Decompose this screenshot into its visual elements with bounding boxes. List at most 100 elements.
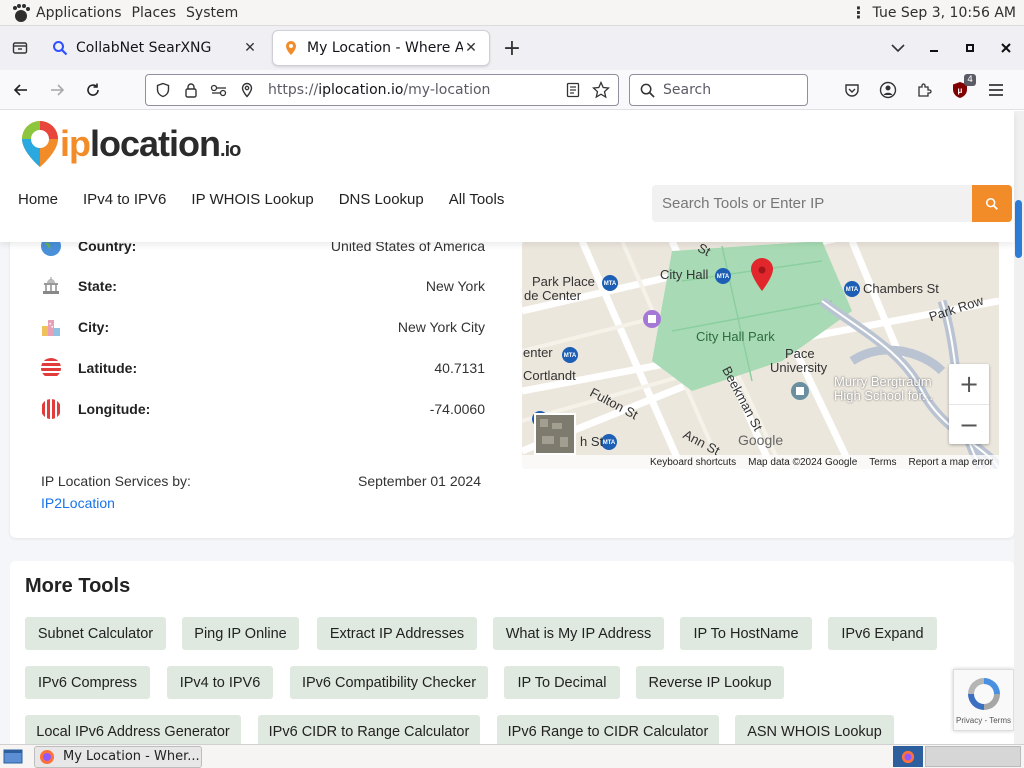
clock[interactable]: Tue Sep 3, 10:56 AM bbox=[873, 5, 1016, 21]
show-desktop-icon[interactable] bbox=[2, 747, 24, 767]
permissions-icon[interactable] bbox=[208, 79, 230, 101]
bookmark-star-icon[interactable] bbox=[590, 79, 612, 101]
recaptcha-icon bbox=[967, 678, 1000, 710]
maximize-icon[interactable] bbox=[952, 32, 988, 64]
kebab-icon[interactable]: ⋮ bbox=[851, 3, 867, 22]
report-map-error-link[interactable]: Report a map error bbox=[909, 457, 993, 468]
minimize-icon[interactable] bbox=[916, 32, 952, 64]
tool-chip[interactable]: IPv4 to IPV6 bbox=[167, 666, 273, 699]
svg-text:MTA: MTA bbox=[846, 287, 859, 293]
map-zoom-controls: + − bbox=[949, 364, 989, 444]
tool-chip[interactable]: Ping IP Online bbox=[182, 617, 299, 650]
workspace-2[interactable] bbox=[925, 746, 1021, 767]
site-search-input[interactable]: Search Tools or Enter IP bbox=[652, 185, 972, 222]
tool-chip[interactable]: ASN WHOIS Lookup bbox=[735, 715, 894, 744]
tool-chip[interactable]: Extract IP Addresses bbox=[317, 617, 477, 650]
city-buildings-icon bbox=[42, 320, 60, 336]
close-window-icon[interactable] bbox=[988, 32, 1024, 64]
browser-search-input[interactable]: Search bbox=[629, 74, 808, 106]
map-label: University bbox=[770, 360, 828, 375]
reader-view-icon[interactable] bbox=[562, 79, 584, 101]
site-nav: Home IPv4 to IPV6 IP WHOIS Lookup DNS Lo… bbox=[18, 191, 529, 208]
new-tab-icon[interactable]: + bbox=[496, 32, 528, 64]
account-icon[interactable] bbox=[870, 74, 906, 106]
ip-location-services: IP Location Services by: IP2Location bbox=[41, 473, 191, 511]
close-tab-icon[interactable]: ✕ bbox=[242, 40, 258, 56]
tool-chip[interactable]: IP To HostName bbox=[680, 617, 812, 650]
tool-chip[interactable]: IPv6 Compress bbox=[25, 666, 150, 699]
location-map[interactable]: MTA MTA MTA MTA MTA MTA Park Place de Ce… bbox=[522, 241, 999, 469]
recaptcha-privacy-terms[interactable]: Privacy - Terms bbox=[954, 716, 1013, 725]
close-tab-icon[interactable]: ✕ bbox=[463, 40, 479, 56]
map-label: High School for... bbox=[834, 388, 933, 403]
nav-dns-lookup[interactable]: DNS Lookup bbox=[339, 191, 424, 208]
terms-link[interactable]: Terms bbox=[869, 457, 896, 468]
logo-text: iplocation.io bbox=[60, 123, 241, 165]
searxng-favicon-icon bbox=[53, 41, 68, 56]
url-bar[interactable]: https://iplocation.io/my-location bbox=[145, 74, 619, 106]
tool-chip[interactable]: IPv6 Expand bbox=[828, 617, 937, 650]
tab-my-location[interactable]: My Location - Where Am I? ✕ bbox=[272, 30, 490, 66]
lock-icon[interactable] bbox=[180, 79, 202, 101]
url-text[interactable]: https://iplocation.io/my-location bbox=[268, 82, 556, 98]
taskbar-firefox-window[interactable]: My Location - Wher... bbox=[34, 745, 202, 768]
pocket-icon[interactable] bbox=[834, 74, 870, 106]
tab-searxng[interactable]: CollabNet SearXNG ✕ bbox=[42, 30, 268, 66]
navigation-bar: https://iplocation.io/my-location Search… bbox=[0, 70, 1024, 110]
google-logo: Google bbox=[738, 432, 784, 448]
iplocation-logo[interactable]: iplocation.io bbox=[20, 119, 241, 169]
logo-tld: .io bbox=[220, 139, 241, 161]
location-pin-icon[interactable] bbox=[236, 79, 258, 101]
tool-chip[interactable]: Subnet Calculator bbox=[25, 617, 166, 650]
zoom-in-button[interactable]: + bbox=[949, 364, 989, 404]
zoom-out-button[interactable]: − bbox=[949, 404, 989, 444]
applications-menu[interactable]: Applications bbox=[36, 5, 122, 21]
map-data-text: Map data ©2024 Google bbox=[748, 456, 858, 468]
latitude-row: Latitude: 40.7131 bbox=[40, 353, 485, 383]
firefox-icon bbox=[40, 749, 54, 764]
logo-ip: ip bbox=[60, 123, 91, 164]
tool-chip[interactable]: IPv6 CIDR to Range Calculator bbox=[258, 715, 480, 744]
list-all-tabs-icon[interactable] bbox=[2, 30, 38, 66]
map-label: Pace bbox=[785, 346, 815, 361]
forward-icon[interactable] bbox=[42, 75, 72, 105]
tool-chip[interactable]: IP To Decimal bbox=[504, 666, 620, 699]
places-menu[interactable]: Places bbox=[132, 5, 177, 21]
ublock-origin-icon[interactable]: μ 4 bbox=[942, 74, 978, 106]
tool-chip[interactable]: IPv6 Range to CIDR Calculator bbox=[497, 715, 719, 744]
nav-all-tools[interactable]: All Tools bbox=[449, 191, 505, 208]
gnome-top-bar: Applications Places System ⋮ Tue Sep 3, … bbox=[0, 0, 1024, 26]
shield-icon[interactable] bbox=[152, 79, 174, 101]
hamburger-menu-icon[interactable] bbox=[978, 74, 1014, 106]
system-menu[interactable]: System bbox=[186, 5, 238, 21]
reload-icon[interactable] bbox=[78, 75, 108, 105]
chevron-down-icon[interactable] bbox=[880, 32, 916, 64]
tool-chip[interactable]: Local IPv6 Address Generator bbox=[25, 715, 241, 744]
site-search-button[interactable] bbox=[972, 185, 1012, 222]
nav-ipv4-to-ipv6[interactable]: IPv4 to IPV6 bbox=[83, 191, 166, 208]
gnome-foot-icon[interactable] bbox=[10, 3, 32, 23]
page-scrollbar-thumb[interactable] bbox=[1015, 200, 1022, 258]
map-label: City Hall Park bbox=[696, 329, 775, 344]
map-label: Chambers St bbox=[863, 281, 939, 296]
workspace-1[interactable] bbox=[893, 746, 923, 767]
search-icon bbox=[985, 197, 998, 210]
keyboard-shortcuts-link[interactable]: Keyboard shortcuts bbox=[650, 457, 736, 468]
logo-pin-icon bbox=[22, 121, 58, 167]
more-tools-section: More Tools Subnet Calculator Ping IP Onl… bbox=[10, 561, 1014, 744]
tool-chip[interactable]: IPv6 Compatibility Checker bbox=[290, 666, 488, 699]
back-icon[interactable] bbox=[6, 75, 36, 105]
page-viewport: Country: United States of America State:… bbox=[0, 111, 1024, 744]
iplocation-favicon-icon bbox=[286, 41, 296, 55]
site-search: Search Tools or Enter IP bbox=[652, 185, 1012, 222]
nav-home[interactable]: Home bbox=[18, 191, 58, 208]
nav-ip-whois-lookup[interactable]: IP WHOIS Lookup bbox=[191, 191, 313, 208]
tool-chip[interactable]: What is My IP Address bbox=[493, 617, 664, 650]
recaptcha-badge[interactable]: Privacy - Terms bbox=[953, 669, 1014, 731]
ip2location-link[interactable]: IP2Location bbox=[41, 495, 191, 511]
extensions-icon[interactable] bbox=[906, 74, 942, 106]
tool-chip[interactable]: Reverse IP Lookup bbox=[636, 666, 784, 699]
latitude-label: Latitude: bbox=[78, 360, 138, 376]
more-tools-title: More Tools bbox=[25, 575, 131, 597]
tab-title: My Location - Where Am I? bbox=[307, 40, 463, 56]
